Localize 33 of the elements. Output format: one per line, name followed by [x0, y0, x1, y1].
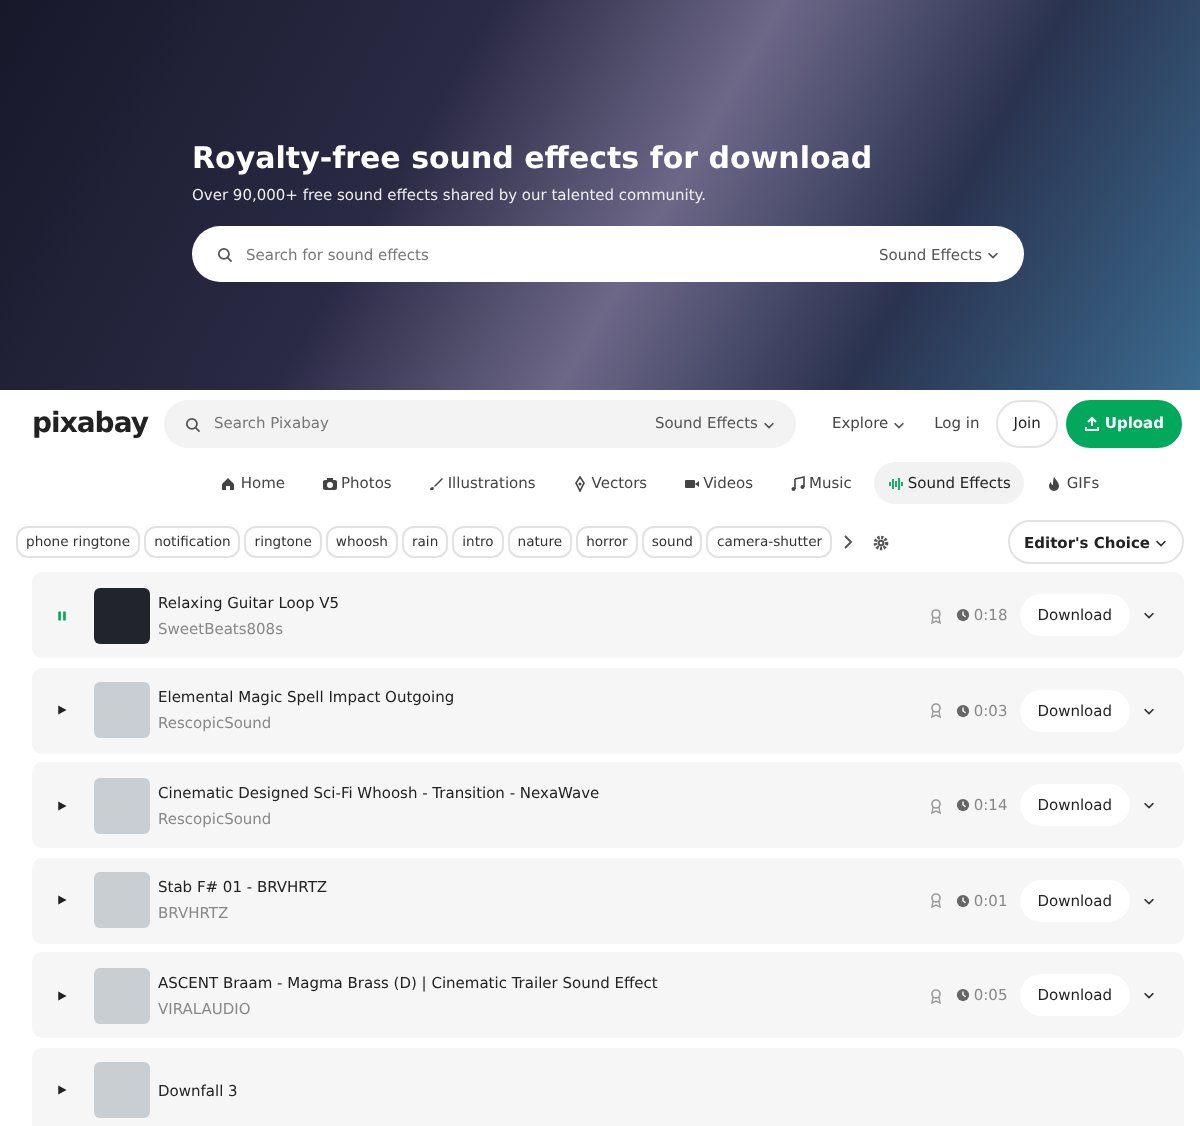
award-icon — [927, 797, 944, 814]
cover-placeholder — [94, 682, 150, 739]
award-icon — [927, 607, 944, 624]
video-camera-icon — [683, 475, 700, 492]
camera-icon — [321, 475, 338, 492]
caret-icon — [892, 417, 907, 431]
sound-wave-icon — [887, 475, 904, 492]
caret-icon — [761, 417, 776, 431]
clock-icon — [955, 893, 970, 908]
cover-placeholder — [94, 587, 150, 644]
search-icon — [183, 415, 202, 433]
brush-icon — [427, 475, 444, 492]
upload-icon — [1084, 416, 1101, 432]
music-note-icon — [789, 475, 806, 492]
flame-icon — [1046, 475, 1063, 492]
clock-icon — [955, 988, 970, 1003]
cover-placeholder — [94, 967, 150, 1024]
logo[interactable]: pixabay — [32, 410, 148, 438]
search-icon — [216, 245, 234, 264]
award-icon — [927, 987, 944, 1004]
caret-icon — [986, 247, 1000, 262]
award-icon — [927, 702, 944, 719]
clock-icon — [955, 608, 970, 623]
caret-icon — [1154, 535, 1168, 550]
award-icon — [927, 892, 944, 909]
cover-placeholder — [94, 872, 150, 929]
clock-icon — [955, 703, 970, 718]
pen-nib-icon — [571, 475, 588, 492]
clock-icon — [955, 798, 970, 813]
home-icon — [220, 475, 237, 492]
page-title: Royalty-free sound effects for download — [192, 140, 875, 176]
cover-placeholder — [94, 1062, 150, 1119]
cover-placeholder — [94, 777, 150, 834]
